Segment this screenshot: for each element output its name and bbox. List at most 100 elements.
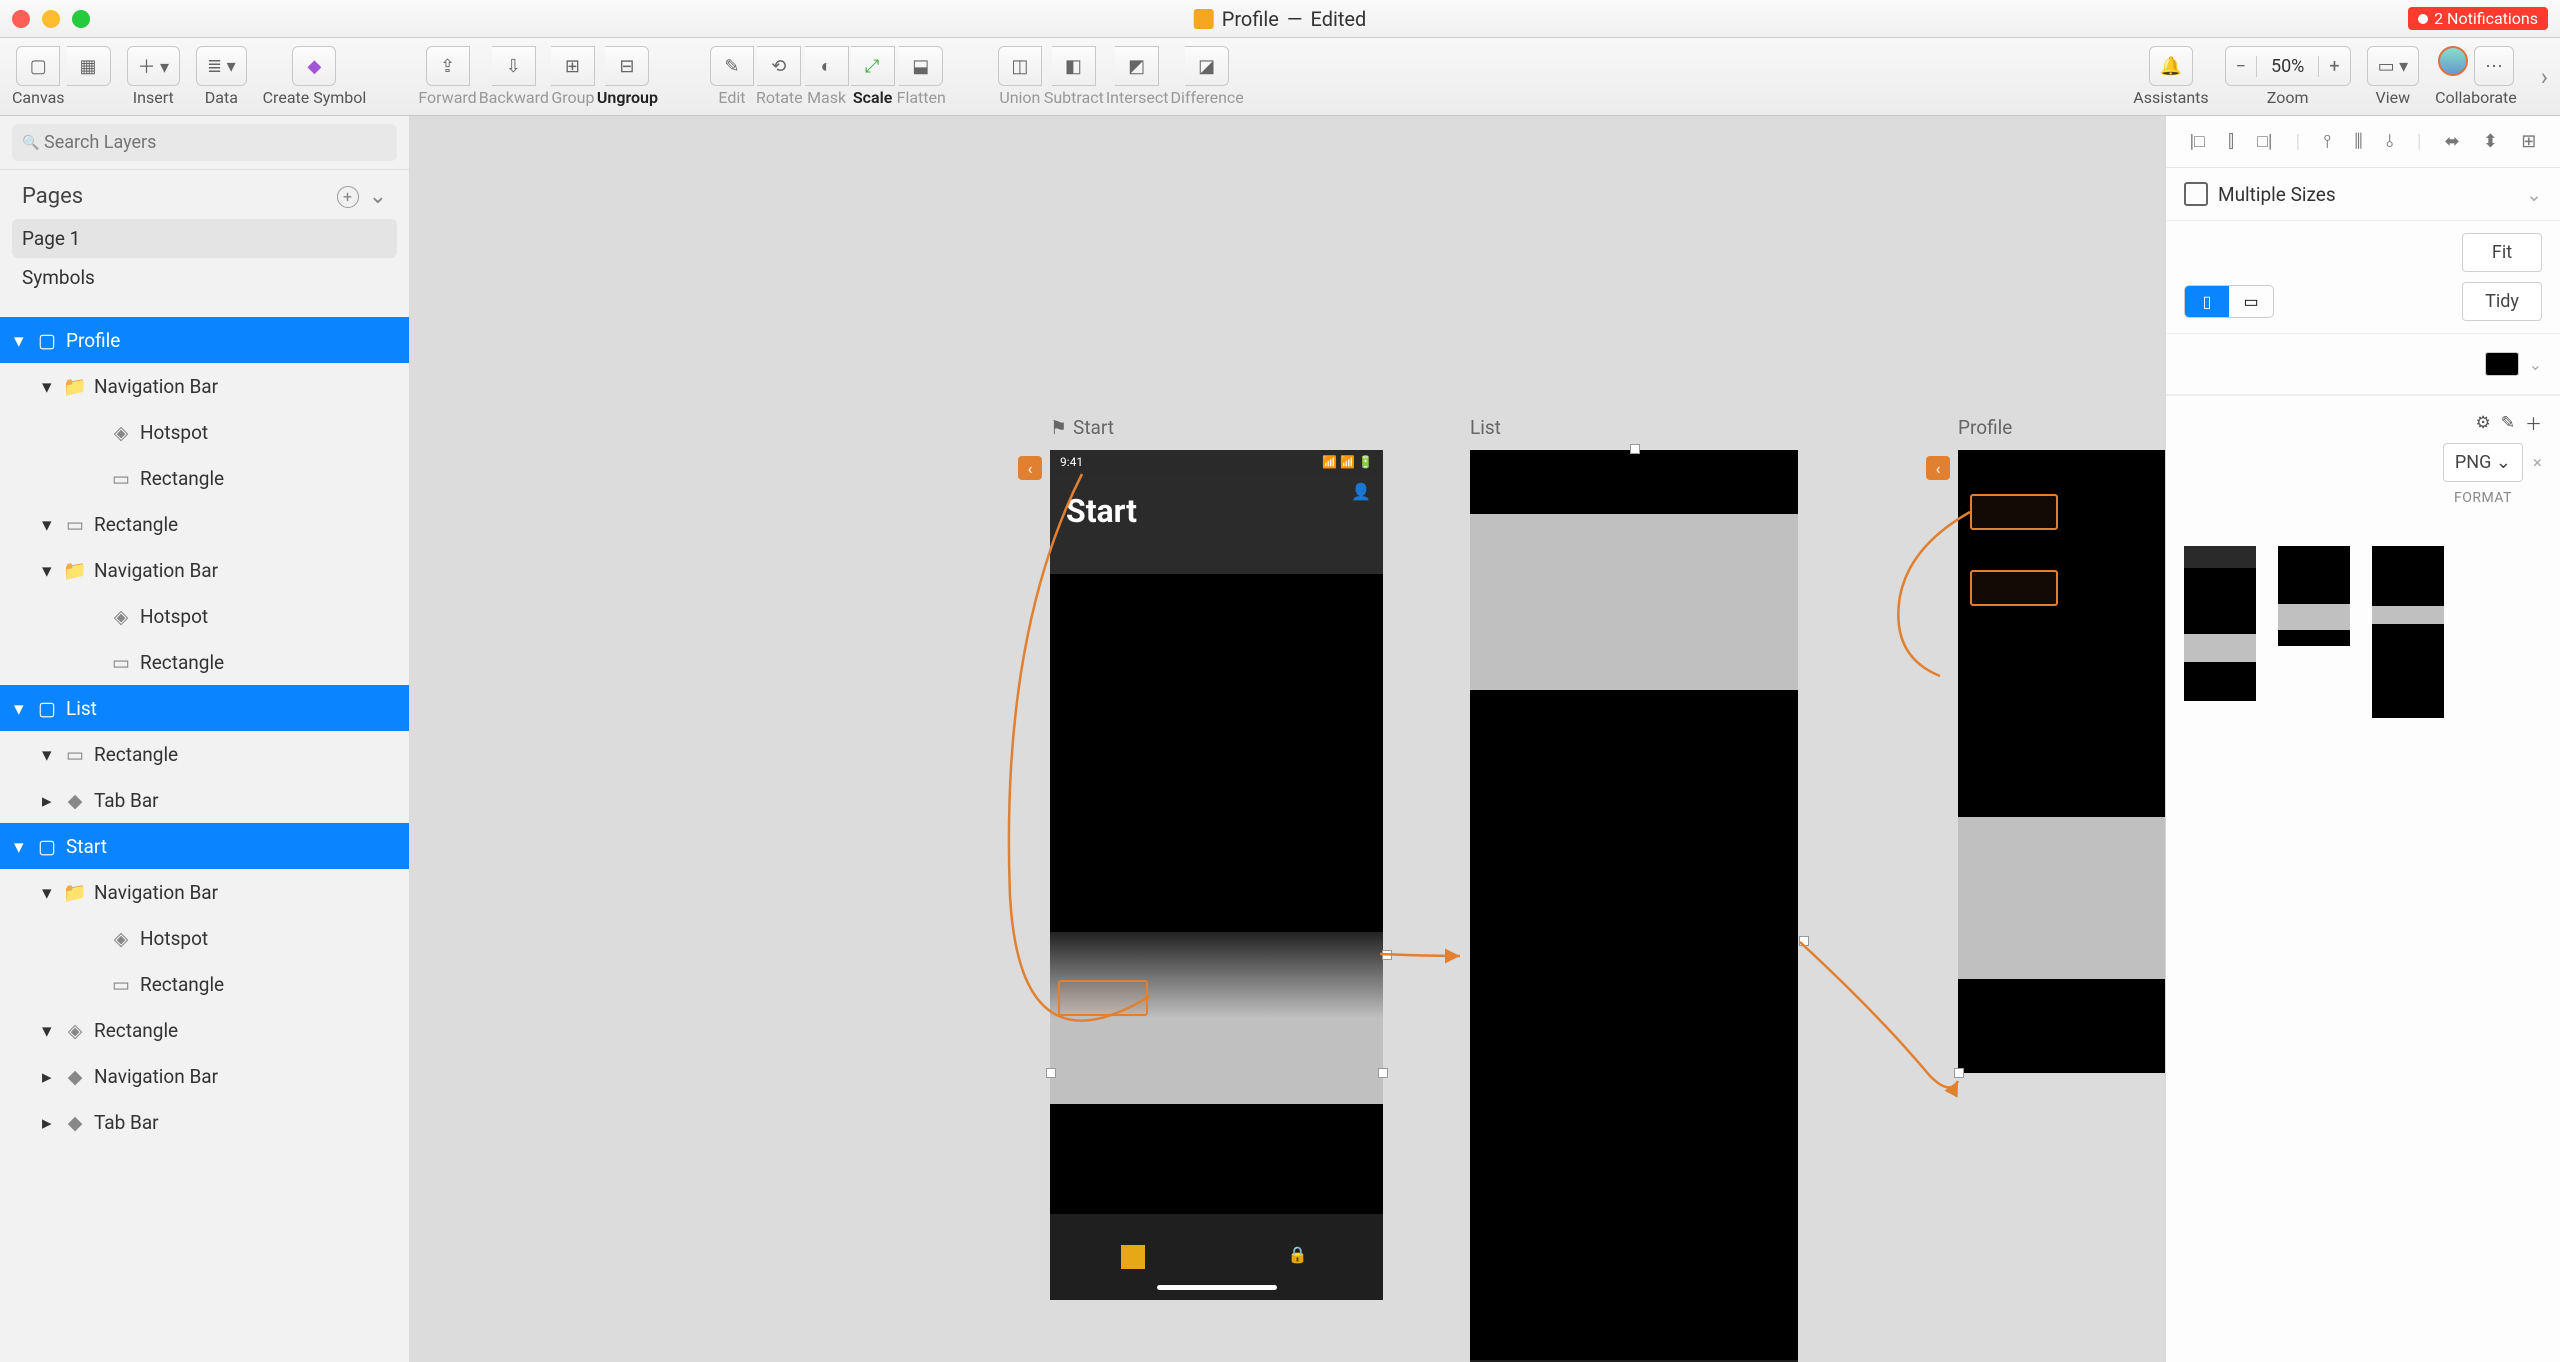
close-window-button[interactable] bbox=[12, 10, 30, 28]
distribute-h-icon[interactable]: ⬌ bbox=[2445, 131, 2460, 152]
layer-row[interactable]: ▾📁Navigation Bar bbox=[0, 363, 409, 409]
toolbar-overflow-icon[interactable] bbox=[2541, 63, 2548, 91]
profile-icon: 👤 bbox=[1351, 482, 1371, 501]
mask-button[interactable]: ◐ bbox=[805, 46, 849, 86]
search-layers-input[interactable] bbox=[12, 124, 397, 161]
hotspot[interactable] bbox=[1970, 570, 2058, 606]
fit-button[interactable]: Fit bbox=[2462, 233, 2542, 272]
create-symbol-button[interactable]: ◆ bbox=[292, 46, 336, 86]
artboard-list[interactable]: List ▢ bbox=[1470, 450, 1798, 1362]
artboard-profile[interactable]: Profile bbox=[1958, 450, 2165, 1073]
add-page-button[interactable]: + bbox=[337, 186, 359, 208]
artboard-start[interactable]: ⚑Start 9:41📶 📶 🔋 👤 Start 🔒 bbox=[1050, 450, 1383, 1300]
assistants-button[interactable]: 🔔 bbox=[2149, 46, 2193, 86]
forward-button[interactable]: ⇪ bbox=[426, 46, 470, 86]
format-label: Format bbox=[2454, 490, 2512, 506]
layer-row[interactable]: ▭Rectangle bbox=[0, 639, 409, 685]
home-indicator bbox=[1157, 1285, 1277, 1290]
align-top-icon[interactable]: ⫯ bbox=[2323, 131, 2331, 152]
preview-thumb[interactable] bbox=[2372, 546, 2444, 718]
preview-thumb[interactable] bbox=[2278, 546, 2350, 646]
edit-pencil-icon[interactable]: ✎ bbox=[2501, 413, 2515, 433]
artboard-label[interactable]: List bbox=[1470, 416, 1501, 439]
rotate-button[interactable]: ⟲ bbox=[757, 46, 801, 86]
minimize-window-button[interactable] bbox=[42, 10, 60, 28]
layer-row[interactable]: ▾▭Rectangle bbox=[0, 501, 409, 547]
tidy-icon[interactable]: ⊞ bbox=[2521, 131, 2536, 152]
artboard-label[interactable]: ⚑Start bbox=[1050, 416, 1114, 439]
page-item[interactable]: Symbols bbox=[0, 258, 409, 297]
collaborate-menu[interactable]: ⋯ bbox=[2474, 46, 2514, 86]
artboard-icon bbox=[2184, 182, 2208, 206]
orientation-portrait[interactable]: ▯ bbox=[2185, 286, 2229, 317]
back-chevron-icon[interactable]: ‹ bbox=[1926, 456, 1950, 480]
view-button[interactable]: ▭ ▾ bbox=[2367, 46, 2420, 86]
layer-row[interactable]: ▭Rectangle bbox=[0, 455, 409, 501]
layer-row[interactable]: ▭Rectangle bbox=[0, 961, 409, 1007]
ungroup-button[interactable]: ⊟ bbox=[605, 46, 649, 86]
canvas[interactable]: ⚑Start 9:41📶 📶 🔋 👤 Start 🔒 ‹ bbox=[410, 116, 2165, 1362]
tidy-button[interactable]: Tidy bbox=[2462, 282, 2542, 321]
notifications-badge[interactable]: 2 Notifications bbox=[2408, 7, 2548, 30]
titlebar: Profile—Edited 2 Notifications bbox=[0, 0, 2560, 38]
page-item[interactable]: Page 1 bbox=[12, 219, 397, 258]
canvas-button[interactable]: ▢ bbox=[16, 46, 60, 86]
orientation-landscape[interactable]: ▭ bbox=[2229, 286, 2273, 317]
union-button[interactable]: ◫ bbox=[998, 46, 1042, 86]
remove-export-icon[interactable]: × bbox=[2533, 453, 2542, 473]
add-export-icon[interactable]: ＋ bbox=[2525, 410, 2542, 435]
back-chevron-icon[interactable]: ‹ bbox=[1018, 456, 1042, 480]
align-controls: |□ ⫿ □| | ⫯ ⫼ ⫰ | ⬌ ⬍ ⊞ bbox=[2166, 116, 2560, 168]
canvas-grid-button[interactable]: ▦ bbox=[67, 46, 111, 86]
insert-button[interactable]: ＋ ▾ bbox=[127, 46, 181, 86]
chevron-down-icon[interactable]: ⌄ bbox=[2529, 355, 2542, 374]
status-icons: 📶 📶 🔋 bbox=[1322, 455, 1373, 469]
layer-row[interactable]: ▸◆Tab Bar bbox=[0, 777, 409, 823]
tab-lock-icon[interactable]: 🔒 bbox=[1288, 1245, 1312, 1269]
maximize-window-button[interactable] bbox=[72, 10, 90, 28]
hotspot[interactable] bbox=[1058, 980, 1148, 1016]
align-right-icon[interactable]: □| bbox=[2257, 131, 2272, 152]
pages-dropdown-icon[interactable]: ⌄ bbox=[369, 184, 387, 209]
edit-button[interactable]: ✎ bbox=[710, 46, 754, 86]
layer-row[interactable]: ▾▢Profile bbox=[0, 317, 409, 363]
notif-dot-icon bbox=[2418, 14, 2428, 24]
collaborator-avatar[interactable] bbox=[2438, 46, 2468, 76]
chevron-down-icon: ⌄ bbox=[2526, 183, 2542, 206]
layer-row[interactable]: ▸◆Tab Bar bbox=[0, 1099, 409, 1145]
backward-button[interactable]: ⇩ bbox=[492, 46, 536, 86]
flatten-button[interactable]: ⬓ bbox=[899, 46, 943, 86]
zoom-control[interactable]: − 50% + bbox=[2225, 46, 2351, 86]
group-button[interactable]: ⊞ bbox=[551, 46, 595, 86]
align-center-h-icon[interactable]: ⫿ bbox=[2228, 131, 2234, 152]
align-bottom-icon[interactable]: ⫰ bbox=[2386, 131, 2394, 152]
layer-row[interactable]: ◈Hotspot bbox=[0, 593, 409, 639]
artboard-label[interactable]: Profile bbox=[1958, 416, 2012, 439]
layer-row[interactable]: ▸◆Navigation Bar bbox=[0, 1053, 409, 1099]
layer-row[interactable]: ◈Hotspot bbox=[0, 915, 409, 961]
tab-home-icon[interactable] bbox=[1121, 1245, 1145, 1269]
toolbar: ▢Canvas ▦ ＋ ▾Insert ≣ ▾Data ◆Create Symb… bbox=[0, 38, 2560, 116]
distribute-v-icon[interactable]: ⬍ bbox=[2483, 131, 2498, 152]
layer-row[interactable]: ▾◈Rectangle bbox=[0, 1007, 409, 1053]
scale-button[interactable]: ⤢ bbox=[851, 46, 895, 86]
align-middle-icon[interactable]: ⫼ bbox=[2354, 131, 2362, 152]
resize-selector[interactable]: Multiple Sizes ⌄ bbox=[2166, 168, 2560, 221]
align-left-icon[interactable]: |□ bbox=[2190, 131, 2205, 152]
adjust-icon[interactable]: ⚙ bbox=[2476, 413, 2491, 433]
subtract-button[interactable]: ◧ bbox=[1052, 46, 1096, 86]
difference-button[interactable]: ◪ bbox=[1185, 46, 1229, 86]
layer-row[interactable]: ▾📁Navigation Bar bbox=[0, 869, 409, 915]
start-title: Start bbox=[1066, 492, 1367, 530]
data-button[interactable]: ≣ ▾ bbox=[196, 46, 247, 86]
layer-row[interactable]: ▾▢List bbox=[0, 685, 409, 731]
preview-thumb[interactable] bbox=[2184, 546, 2256, 701]
layer-row[interactable]: ▾📁Navigation Bar bbox=[0, 547, 409, 593]
layer-row[interactable]: ▾▭Rectangle bbox=[0, 731, 409, 777]
hotspot[interactable] bbox=[1970, 494, 2058, 530]
layer-row[interactable]: ▾▢Start bbox=[0, 823, 409, 869]
layer-row[interactable]: ◈Hotspot bbox=[0, 409, 409, 455]
intersect-button[interactable]: ◩ bbox=[1115, 46, 1159, 86]
export-format-select[interactable]: PNG ⌄ bbox=[2443, 443, 2523, 482]
fill-color-swatch[interactable] bbox=[2485, 352, 2519, 376]
